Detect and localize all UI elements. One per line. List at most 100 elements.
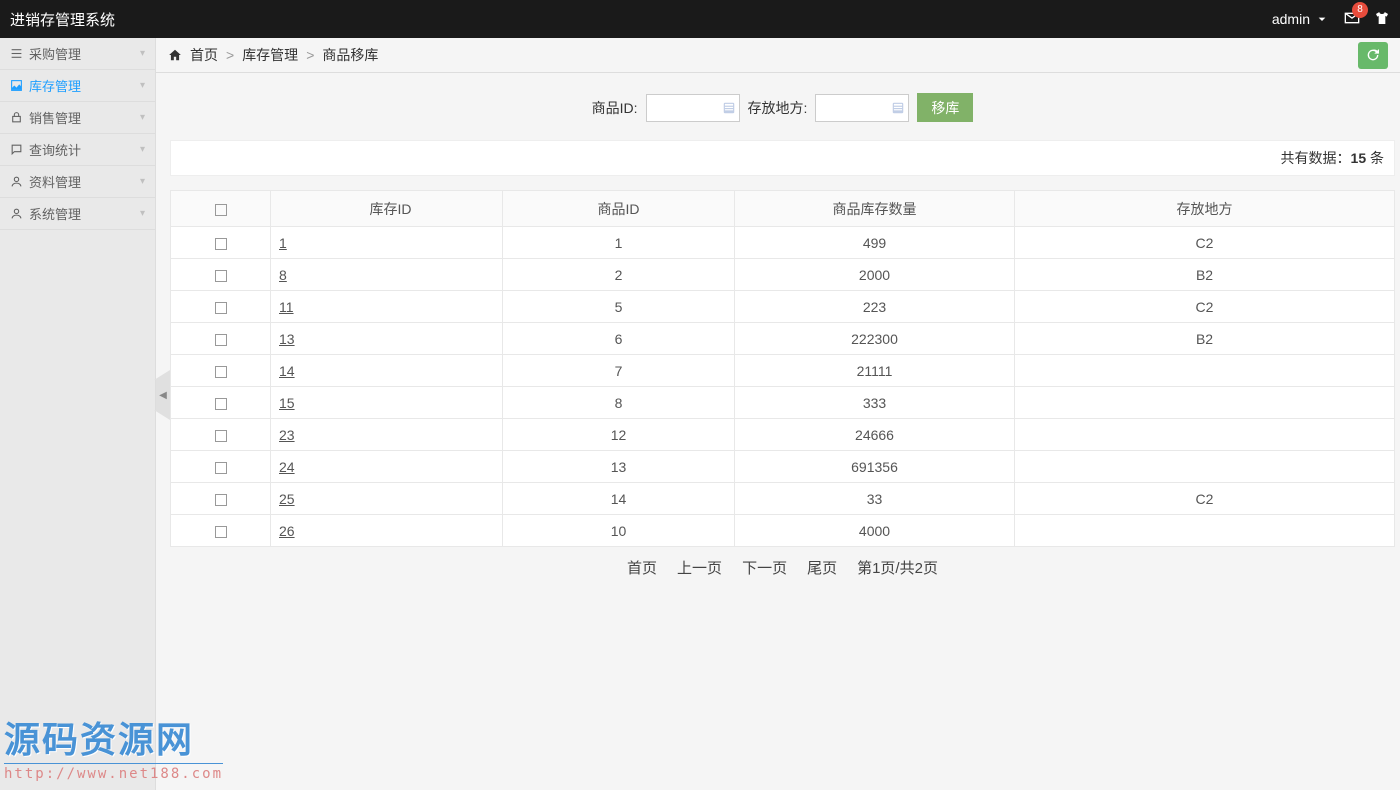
stock-id-link[interactable]: 8 <box>279 267 287 283</box>
picker-icon[interactable] <box>722 101 736 115</box>
cell-location <box>1015 419 1395 451</box>
stock-id-link[interactable]: 24 <box>279 459 295 475</box>
search-bar: 商品ID: 存放地方: 移库 <box>170 83 1395 140</box>
table-row: 2413691356 <box>171 451 1395 483</box>
crumb-sep: > <box>306 47 314 63</box>
sidebar-item-purchase[interactable]: 采购管理 ▾ <box>0 38 155 70</box>
pager-last[interactable]: 尾页 <box>807 557 837 578</box>
row-checkbox[interactable] <box>215 302 227 314</box>
cell-qty: 24666 <box>735 419 1015 451</box>
pager-next[interactable]: 下一页 <box>742 557 787 578</box>
cell-qty: 499 <box>735 227 1015 259</box>
cell-qty: 691356 <box>735 451 1015 483</box>
count-number: 15 <box>1351 150 1367 166</box>
sidebar-item-sales[interactable]: 销售管理 ▾ <box>0 102 155 134</box>
chevron-down-icon <box>1314 11 1330 27</box>
cell-location: C2 <box>1015 291 1395 323</box>
cell-product-id: 12 <box>503 419 735 451</box>
sidebar-item-inventory[interactable]: 库存管理 ▾ <box>0 70 155 102</box>
count-suffix: 条 <box>1366 150 1384 166</box>
sidebar-item-label: 系统管理 <box>29 204 81 223</box>
cell-qty: 223 <box>735 291 1015 323</box>
main-panel: 首页 > 库存管理 > 商品移库 商品ID: 存放地方: <box>156 38 1400 790</box>
cell-qty: 333 <box>735 387 1015 419</box>
sidebar-item-system[interactable]: 系统管理 ▾ <box>0 198 155 230</box>
row-checkbox[interactable] <box>215 270 227 282</box>
stock-table: 库存ID 商品ID 商品库存数量 存放地方 11499C2822000B2115… <box>170 190 1395 547</box>
cell-product-id: 6 <box>503 323 735 355</box>
table-row: 8 22000B2 <box>171 259 1395 291</box>
row-checkbox[interactable] <box>215 238 227 250</box>
sidebar-item-query[interactable]: 查询统计 ▾ <box>0 134 155 166</box>
cell-location <box>1015 515 1395 547</box>
shirt-icon <box>1374 10 1390 26</box>
stock-id-link[interactable]: 14 <box>279 363 295 379</box>
stock-id-link[interactable]: 23 <box>279 427 295 443</box>
breadcrumb: 首页 > 库存管理 > 商品移库 <box>168 45 378 65</box>
sidebar-item-data[interactable]: 资料管理 ▾ <box>0 166 155 198</box>
sidebar-item-label: 查询统计 <box>29 140 81 159</box>
refresh-button[interactable] <box>1358 42 1388 69</box>
theme-button[interactable] <box>1374 10 1390 29</box>
row-checkbox[interactable] <box>215 334 227 346</box>
chevron-down-icon: ▾ <box>140 176 145 187</box>
user-dropdown[interactable]: admin <box>1272 11 1330 27</box>
pager-prev[interactable]: 上一页 <box>677 557 722 578</box>
crumb-category[interactable]: 库存管理 <box>242 45 298 65</box>
row-checkbox[interactable] <box>215 526 227 538</box>
table-row: 11499C2 <box>171 227 1395 259</box>
row-checkbox[interactable] <box>215 494 227 506</box>
stock-id-link[interactable]: 25 <box>279 491 295 507</box>
breadcrumb-bar: 首页 > 库存管理 > 商品移库 <box>156 38 1400 73</box>
col-qty: 商品库存数量 <box>735 191 1015 227</box>
table-row: 158333 <box>171 387 1395 419</box>
cell-location <box>1015 387 1395 419</box>
cell-location <box>1015 451 1395 483</box>
table-row: 26 104000 <box>171 515 1395 547</box>
count-prefix: 共有数据： <box>1281 150 1351 166</box>
stock-id-link[interactable]: 26 <box>279 523 295 539</box>
crumb-home[interactable]: 首页 <box>190 45 218 65</box>
select-all-checkbox[interactable] <box>215 204 227 216</box>
lock-icon <box>10 111 23 124</box>
stock-id-link[interactable]: 15 <box>279 395 295 411</box>
mail-button[interactable]: 8 <box>1344 10 1360 29</box>
sidebar-collapse-handle[interactable]: ◀ <box>156 380 170 410</box>
sidebar-item-label: 采购管理 <box>29 44 81 63</box>
row-checkbox[interactable] <box>215 398 227 410</box>
home-icon <box>168 48 182 62</box>
row-checkbox[interactable] <box>215 462 227 474</box>
crumb-page: 商品移库 <box>322 45 378 65</box>
location-label: 存放地方: <box>748 98 808 118</box>
pager-info: 第1页/共2页 <box>857 557 938 578</box>
col-location: 存放地方 <box>1015 191 1395 227</box>
cell-qty: 222300 <box>735 323 1015 355</box>
cell-qty: 4000 <box>735 515 1015 547</box>
cell-qty: 33 <box>735 483 1015 515</box>
table-row: 23 1224666 <box>171 419 1395 451</box>
cell-product-id: 2 <box>503 259 735 291</box>
sidebar-item-label: 销售管理 <box>29 108 81 127</box>
pager-first[interactable]: 首页 <box>627 557 657 578</box>
user-name: admin <box>1272 11 1310 27</box>
table-row: 251433C2 <box>171 483 1395 515</box>
cell-qty: 2000 <box>735 259 1015 291</box>
cell-product-id: 1 <box>503 227 735 259</box>
crumb-sep: > <box>226 47 234 63</box>
move-button[interactable]: 移库 <box>917 93 973 122</box>
pager: 首页 上一页 下一页 尾页 第1页/共2页 <box>170 547 1395 588</box>
row-checkbox[interactable] <box>215 366 227 378</box>
row-checkbox[interactable] <box>215 430 227 442</box>
user-icon <box>10 207 23 220</box>
stock-id-link[interactable]: 1 <box>279 235 287 251</box>
sidebar-item-label: 资料管理 <box>29 172 81 191</box>
cell-location: B2 <box>1015 259 1395 291</box>
chat-icon <box>10 143 23 156</box>
stock-id-link[interactable]: 11 <box>279 299 294 315</box>
cell-location: B2 <box>1015 323 1395 355</box>
table-row: 115223C2 <box>171 291 1395 323</box>
stock-id-link[interactable]: 13 <box>279 331 295 347</box>
picker-icon[interactable] <box>891 101 905 115</box>
cell-location: C2 <box>1015 483 1395 515</box>
cell-product-id: 10 <box>503 515 735 547</box>
